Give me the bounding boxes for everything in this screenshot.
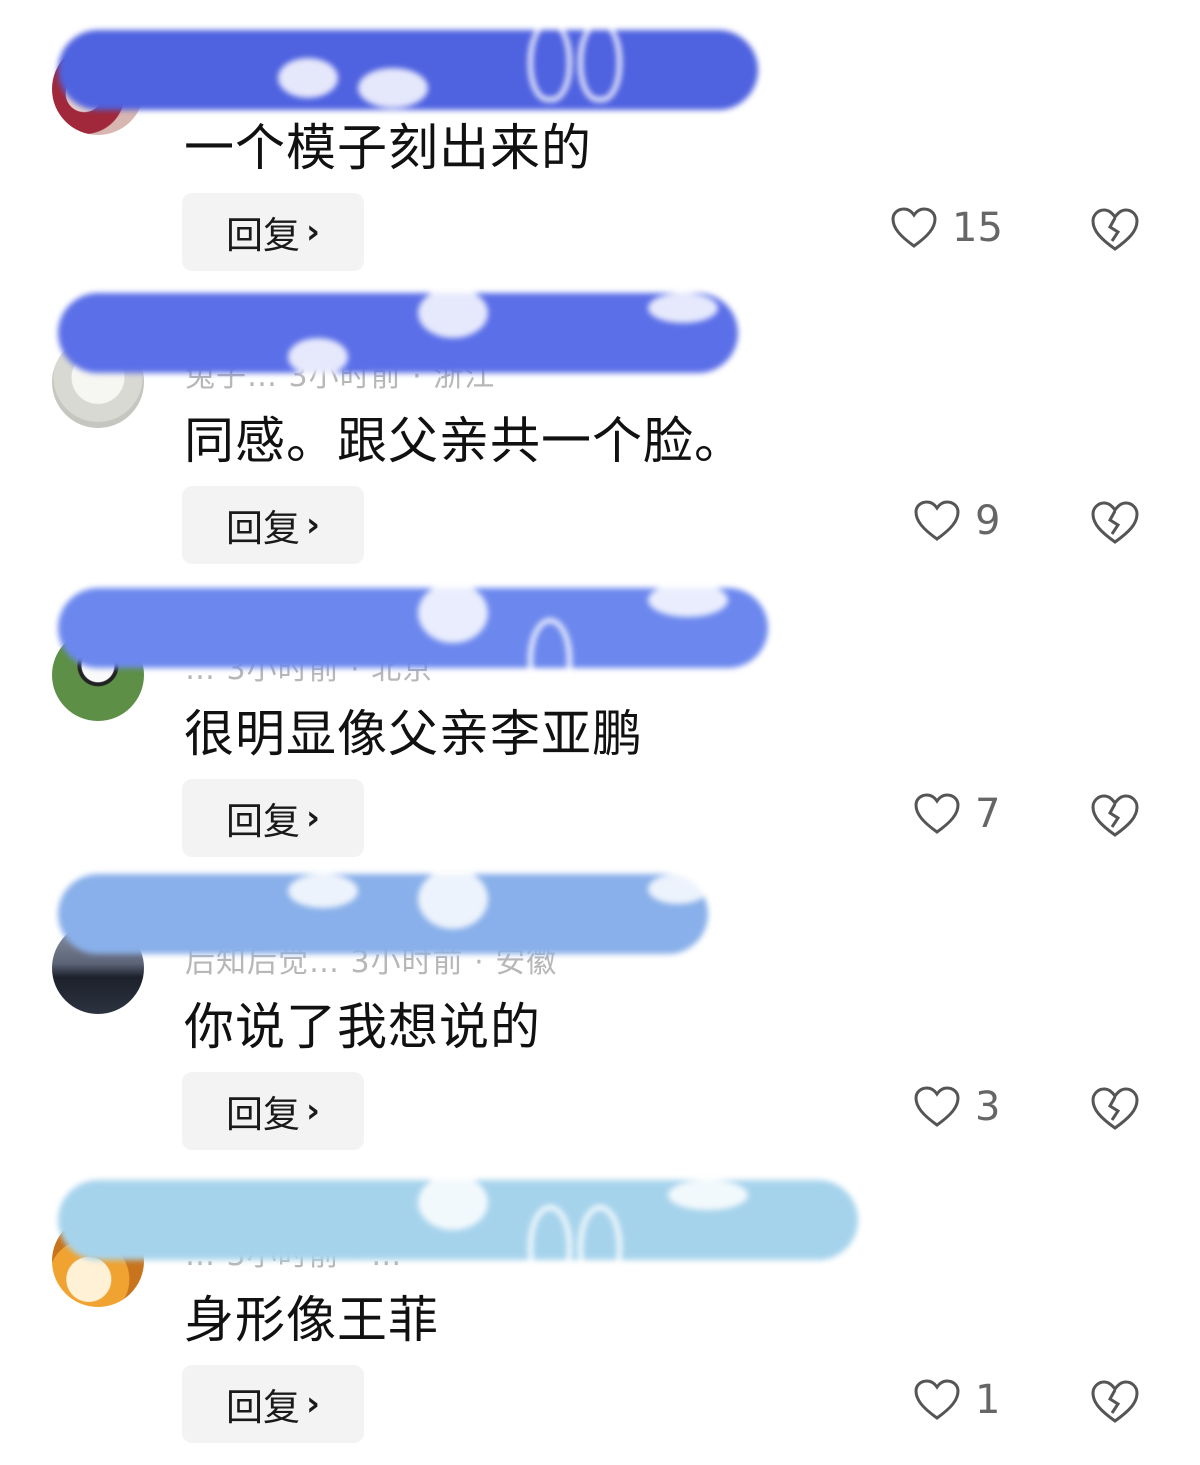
like-count: 9 — [975, 498, 1001, 544]
heart-outline-icon — [891, 207, 937, 248]
chevron-right-icon: › — [305, 1091, 320, 1131]
reply-button[interactable]: 回复 › — [182, 486, 364, 564]
like-button[interactable]: 15 — [890, 205, 1003, 251]
like-count: 7 — [975, 791, 1001, 837]
broken-heart-icon[interactable] — [1090, 500, 1140, 546]
broken-heart-icon[interactable] — [1090, 1086, 1140, 1132]
like-button[interactable]: 1 — [913, 1377, 1000, 1423]
broken-heart-icon[interactable] — [1090, 793, 1140, 839]
like-count: 3 — [975, 1084, 1001, 1130]
chevron-right-icon: › — [305, 1384, 320, 1424]
comment-text: 很明显像父亲李亚鹏 — [184, 705, 643, 763]
comment-item: … 3小时前 · 北京 很明显像父亲李亚鹏 回复 › 7 — [0, 586, 1200, 879]
comment-text: 你说了我想说的 — [184, 998, 541, 1056]
reply-button[interactable]: 回复 › — [182, 779, 364, 857]
reply-label: 回复 — [225, 214, 300, 257]
redaction-scribble — [58, 30, 758, 110]
reply-label: 回复 — [225, 1093, 300, 1136]
chevron-right-icon: › — [305, 798, 320, 838]
like-button[interactable]: 3 — [913, 1084, 1000, 1130]
reply-button[interactable]: 回复 › — [182, 1365, 364, 1443]
like-button[interactable]: 9 — [913, 498, 1000, 544]
reply-label: 回复 — [225, 507, 300, 550]
chevron-right-icon: › — [305, 212, 320, 252]
broken-heart-icon[interactable] — [1090, 207, 1140, 253]
redaction-scribble — [58, 588, 768, 668]
reply-button[interactable]: 回复 › — [182, 1072, 364, 1150]
comment-text: 一个模子刻出来的 — [184, 119, 592, 177]
comment-text: 同感。跟父亲共一个脸。 — [184, 412, 745, 470]
comment-item: 一个模子刻出来的 回复 › 15 — [0, 0, 1200, 293]
broken-heart-icon[interactable] — [1090, 1379, 1140, 1425]
comment-item: 兔子… 3小时前 · 浙江 同感。跟父亲共一个脸。 回复 › 9 — [0, 293, 1200, 586]
comment-item: 后知后觉… 3小时前 · 安徽 你说了我想说的 回复 › 3 — [0, 874, 1200, 1172]
heart-outline-icon — [914, 500, 960, 541]
like-count: 1 — [975, 1377, 1001, 1423]
reply-label: 回复 — [225, 1386, 300, 1429]
redaction-scribble — [58, 293, 738, 373]
redaction-scribble — [58, 1180, 858, 1260]
comment-item: … 3小时前 · … 身形像王菲 回复 › 1 — [0, 1172, 1200, 1465]
heart-outline-icon — [914, 1086, 960, 1127]
chevron-right-icon: › — [305, 505, 320, 545]
like-button[interactable]: 7 — [913, 791, 1000, 837]
like-count: 15 — [952, 205, 1003, 251]
heart-outline-icon — [914, 793, 960, 834]
comment-text: 身形像王菲 — [184, 1291, 439, 1349]
heart-outline-icon — [914, 1379, 960, 1420]
redaction-scribble — [58, 874, 708, 954]
reply-button[interactable]: 回复 › — [182, 193, 364, 271]
reply-label: 回复 — [225, 800, 300, 843]
